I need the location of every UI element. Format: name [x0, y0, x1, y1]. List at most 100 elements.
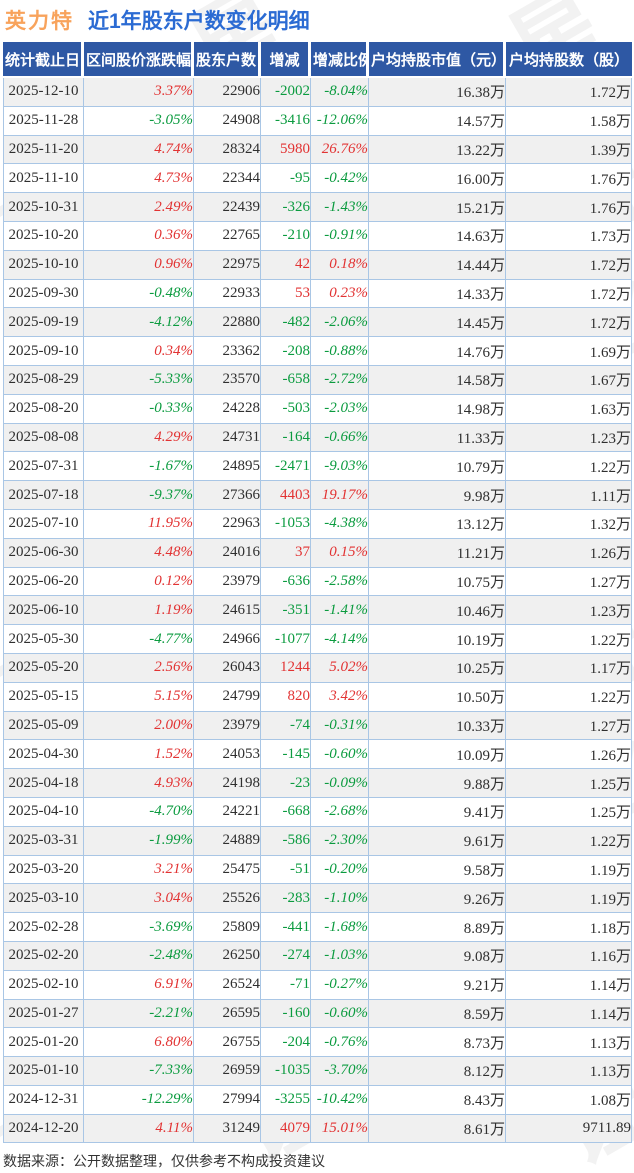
cell-price-change: 2.56% — [84, 653, 194, 683]
cell-change-ratio: -1.03% — [311, 941, 369, 971]
cell-price-change: 4.48% — [84, 538, 194, 568]
cell-price-change: 4.93% — [84, 769, 194, 798]
cell-avg-market-value: 14.33万 — [369, 279, 506, 309]
cell-holders: 23570 — [194, 365, 261, 395]
cell-price-change: -2.48% — [84, 941, 194, 971]
cell-avg-shares: 1.25万 — [506, 769, 632, 798]
cell-change-ratio: -0.31% — [311, 711, 369, 741]
cell-date: 2025-04-18 — [3, 769, 84, 798]
cell-change-ratio: 3.42% — [311, 682, 369, 712]
cell-change-ratio: -0.42% — [311, 164, 369, 194]
cell-avg-market-value: 14.57万 — [369, 106, 506, 136]
cell-avg-shares: 1.25万 — [506, 797, 632, 827]
cell-avg-shares: 1.58万 — [506, 106, 632, 136]
cell-change-ratio: -1.68% — [311, 913, 369, 942]
cell-avg-shares: 1.22万 — [506, 826, 632, 856]
cell-avg-shares: 1.73万 — [506, 221, 632, 251]
cell-avg-market-value: 11.33万 — [369, 423, 506, 453]
cell-avg-market-value: 11.21万 — [369, 538, 506, 568]
cell-date: 2025-03-10 — [3, 884, 84, 914]
cell-avg-shares: 1.14万 — [506, 970, 632, 1000]
cell-avg-market-value: 8.73万 — [369, 1028, 506, 1058]
cell-holders: 24016 — [194, 538, 261, 568]
col-header-avg-market-value: 户均持股市值（元） — [369, 42, 506, 78]
cell-avg-shares: 1.39万 — [506, 135, 632, 165]
cell-price-change: 0.36% — [84, 221, 194, 251]
col-header-holders: 股东户数 — [194, 42, 261, 78]
table-row: 2025-08-29 -5.33% 23570 -658 -2.72% 14.58万 1.6… — [3, 365, 632, 395]
cell-avg-market-value: 9.88万 — [369, 769, 506, 798]
cell-price-change: -5.33% — [84, 365, 194, 395]
cell-avg-shares: 1.69万 — [506, 337, 632, 366]
cell-price-change: -9.37% — [84, 481, 194, 510]
table-row: 2025-10-10 0.96% 22975 42 0.18% 14.44万 1.72万 — [3, 250, 632, 280]
cell-price-change: 6.80% — [84, 1028, 194, 1058]
cell-change: 4403 — [261, 481, 311, 510]
cell-date: 2025-09-30 — [3, 279, 84, 309]
cell-holders: 28324 — [194, 135, 261, 165]
cell-change: -3416 — [261, 106, 311, 136]
table-row: 2025-04-18 4.93% 24198 -23 -0.09% 9.88万 1.25万 — [3, 769, 632, 798]
table-row: 2025-12-10 3.37% 22906 -2002 -8.04% 16.38万 1.7… — [3, 78, 632, 107]
cell-change: 5980 — [261, 135, 311, 165]
cell-holders: 22933 — [194, 279, 261, 309]
table-row: 2025-01-10 -7.33% 26959 -1035 -3.70% 8.12万 1.1… — [3, 1057, 632, 1086]
cell-holders: 24895 — [194, 452, 261, 482]
table-row: 2025-11-20 4.74% 28324 5980 26.76% 13.22万 1.39… — [3, 135, 632, 165]
table-row: 2025-04-10 -4.70% 24221 -668 -2.68% 9.41万 1.25… — [3, 797, 632, 827]
cell-holders: 26524 — [194, 970, 261, 1000]
cell-change-ratio: -0.91% — [311, 221, 369, 251]
cell-avg-market-value: 10.19万 — [369, 625, 506, 654]
cell-holders: 24799 — [194, 682, 261, 712]
cell-change: -482 — [261, 308, 311, 338]
cell-price-change: -0.48% — [84, 279, 194, 309]
cell-date: 2025-09-19 — [3, 308, 84, 338]
cell-price-change: 4.74% — [84, 135, 194, 165]
cell-holders: 24615 — [194, 596, 261, 626]
cell-holders: 23979 — [194, 711, 261, 741]
cell-date: 2025-02-28 — [3, 913, 84, 942]
cell-holders: 24221 — [194, 797, 261, 827]
table-row: 2025-11-28 -3.05% 24908 -3416 -12.06% 14.57万 1… — [3, 106, 632, 136]
cell-date: 2025-04-10 — [3, 797, 84, 827]
cell-avg-market-value: 8.43万 — [369, 1085, 506, 1115]
cell-change: 53 — [261, 279, 311, 309]
stock-name: 英力特 — [5, 10, 74, 33]
cell-price-change: 1.52% — [84, 740, 194, 770]
cell-avg-market-value: 9.98万 — [369, 481, 506, 510]
cell-change-ratio: -12.06% — [311, 106, 369, 136]
cell-change-ratio: 26.76% — [311, 135, 369, 165]
cell-change: -503 — [261, 394, 311, 424]
cell-change-ratio: 0.15% — [311, 538, 369, 568]
cell-avg-shares: 1.22万 — [506, 452, 632, 482]
cell-change: -71 — [261, 970, 311, 1000]
table-header-row: 统计截止日 区间股价涨跌幅 股东户数 增减 增减比例 户均持股市值（元） 户均持股数（股） — [3, 42, 632, 78]
table-row: 2025-10-20 0.36% 22765 -210 -0.91% 14.63万 1.73… — [3, 221, 632, 251]
cell-avg-shares: 1.13万 — [506, 1057, 632, 1086]
cell-change-ratio: -2.03% — [311, 394, 369, 424]
cell-date: 2025-10-20 — [3, 221, 84, 251]
cell-change-ratio: -8.04% — [311, 78, 369, 107]
cell-avg-market-value: 8.89万 — [369, 913, 506, 942]
cell-avg-market-value: 8.59万 — [369, 999, 506, 1029]
cell-change-ratio: 0.23% — [311, 279, 369, 309]
cell-avg-market-value: 9.21万 — [369, 970, 506, 1000]
cell-holders: 22439 — [194, 193, 261, 222]
cell-holders: 23979 — [194, 567, 261, 597]
cell-date: 2025-05-15 — [3, 682, 84, 712]
cell-change-ratio: -2.58% — [311, 567, 369, 597]
cell-date: 2025-07-31 — [3, 452, 84, 482]
cell-change: -586 — [261, 826, 311, 856]
cell-holders: 22765 — [194, 221, 261, 251]
cell-change-ratio: -0.76% — [311, 1028, 369, 1058]
cell-price-change: -3.05% — [84, 106, 194, 136]
cell-date: 2025-12-10 — [3, 78, 84, 107]
table-row: 2025-06-10 1.19% 24615 -351 -1.41% 10.46万 1.23… — [3, 596, 632, 626]
cell-avg-market-value: 8.12万 — [369, 1057, 506, 1086]
cell-avg-shares: 1.63万 — [506, 394, 632, 424]
cell-change-ratio: -4.38% — [311, 509, 369, 539]
cell-price-change: 0.34% — [84, 337, 194, 366]
cell-avg-shares: 1.19万 — [506, 855, 632, 885]
cell-change: -23 — [261, 769, 311, 798]
table-row: 2025-09-10 0.34% 23362 -208 -0.88% 14.76万 1.69… — [3, 337, 632, 366]
